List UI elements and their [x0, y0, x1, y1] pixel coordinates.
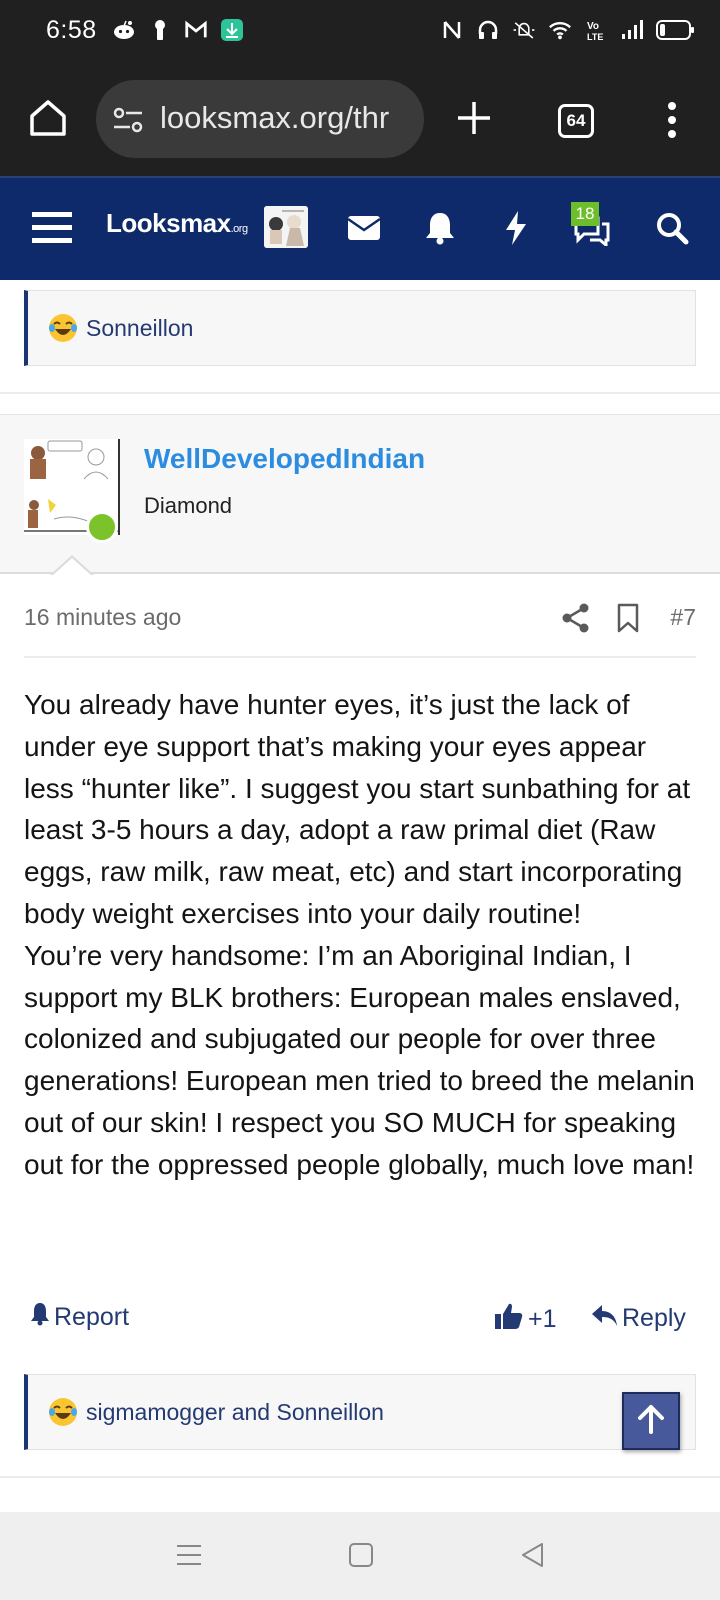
browser-toolbar: looksmax.org/thr 64 [0, 62, 720, 176]
status-time: 6:58 [46, 16, 97, 44]
system-navigation-bar [0, 1512, 720, 1600]
battery-icon [656, 18, 696, 42]
reaction-summary[interactable]: Sonneillon [24, 290, 696, 366]
post-number[interactable]: #7 [670, 604, 696, 631]
mail-icon[interactable] [344, 208, 384, 248]
post-body: You already have hunter eyes, it’s just … [24, 684, 700, 1186]
divider [0, 392, 720, 394]
address-bar[interactable]: looksmax.org/thr [96, 80, 424, 158]
wifi-icon [548, 18, 572, 42]
reaction-summary[interactable]: sigmamogger and Sonneillon [24, 1374, 696, 1450]
hamburger-menu-icon[interactable] [32, 208, 72, 248]
laughing-crying-icon [48, 313, 78, 343]
headset-icon [476, 18, 500, 42]
keyhole-icon [148, 18, 172, 42]
like-count: +1 [528, 1305, 557, 1333]
scroll-to-top-button[interactable] [622, 1392, 680, 1450]
site-logo[interactable]: Looksmax.org [106, 208, 248, 239]
post-timestamp[interactable]: 16 minutes ago [24, 604, 181, 631]
back-icon[interactable] [518, 1540, 548, 1570]
search-icon[interactable] [652, 208, 692, 248]
volte-icon: Vo LTE [584, 18, 608, 42]
home-icon[interactable] [26, 96, 70, 140]
chat-badge: 18 [571, 202, 599, 226]
bell-icon [30, 1302, 50, 1333]
url-text: looksmax.org/thr [160, 100, 390, 135]
mute-icon [512, 18, 536, 42]
bell-icon[interactable] [420, 208, 460, 248]
site-settings-icon[interactable] [112, 104, 144, 136]
reaction-users: sigmamogger and Sonneillon [86, 1398, 384, 1425]
post-user-header: WellDevelopedIndian Diamond [0, 414, 720, 574]
user-avatar[interactable] [264, 206, 308, 248]
signal-icon [620, 18, 644, 42]
bookmark-icon[interactable] [612, 602, 644, 634]
laughing-crying-icon [48, 1397, 78, 1427]
share-icon[interactable] [560, 602, 592, 634]
post-paragraph: You’re very handsome: I’m an Aboriginal … [24, 939, 695, 1180]
reply-icon [590, 1302, 618, 1335]
home-nav-icon[interactable] [346, 1540, 376, 1570]
like-button[interactable]: +1 [494, 1302, 557, 1337]
gmail-icon [184, 18, 208, 42]
online-status-indicator [86, 511, 118, 543]
reply-button[interactable]: Reply [590, 1302, 686, 1335]
divider [0, 1476, 720, 1478]
reaction-users: Sonneillon [86, 314, 194, 341]
site-header: Looksmax.org 18 [0, 176, 720, 280]
recent-apps-icon[interactable] [174, 1540, 204, 1570]
report-button[interactable]: Report [30, 1302, 129, 1333]
post-actions: Report +1 Reply [24, 1298, 696, 1342]
post-meta: 16 minutes ago #7 [24, 598, 696, 658]
thumbs-up-icon [494, 1302, 524, 1337]
svg-text:Vo: Vo [587, 21, 599, 32]
tab-switcher-button[interactable]: 64 [558, 104, 594, 138]
reddit-icon [112, 18, 136, 42]
download-icon [220, 18, 244, 42]
arrow-up-icon [636, 1404, 666, 1439]
report-label: Report [54, 1303, 130, 1331]
post-arrow-notch-fill [52, 558, 92, 576]
svg-text:LTE: LTE [587, 32, 603, 42]
status-bar: 6:58 Vo LTE [0, 0, 720, 62]
new-tab-icon[interactable] [456, 100, 492, 136]
post-paragraph: You already have hunter eyes, it’s just … [24, 689, 691, 929]
more-menu-icon[interactable] [662, 100, 682, 140]
poster-rank: Diamond [144, 493, 233, 518]
reply-label: Reply [622, 1304, 686, 1332]
poster-username[interactable]: WellDevelopedIndian [144, 443, 425, 475]
nfc-icon [440, 18, 464, 42]
lightning-icon[interactable] [496, 208, 536, 248]
